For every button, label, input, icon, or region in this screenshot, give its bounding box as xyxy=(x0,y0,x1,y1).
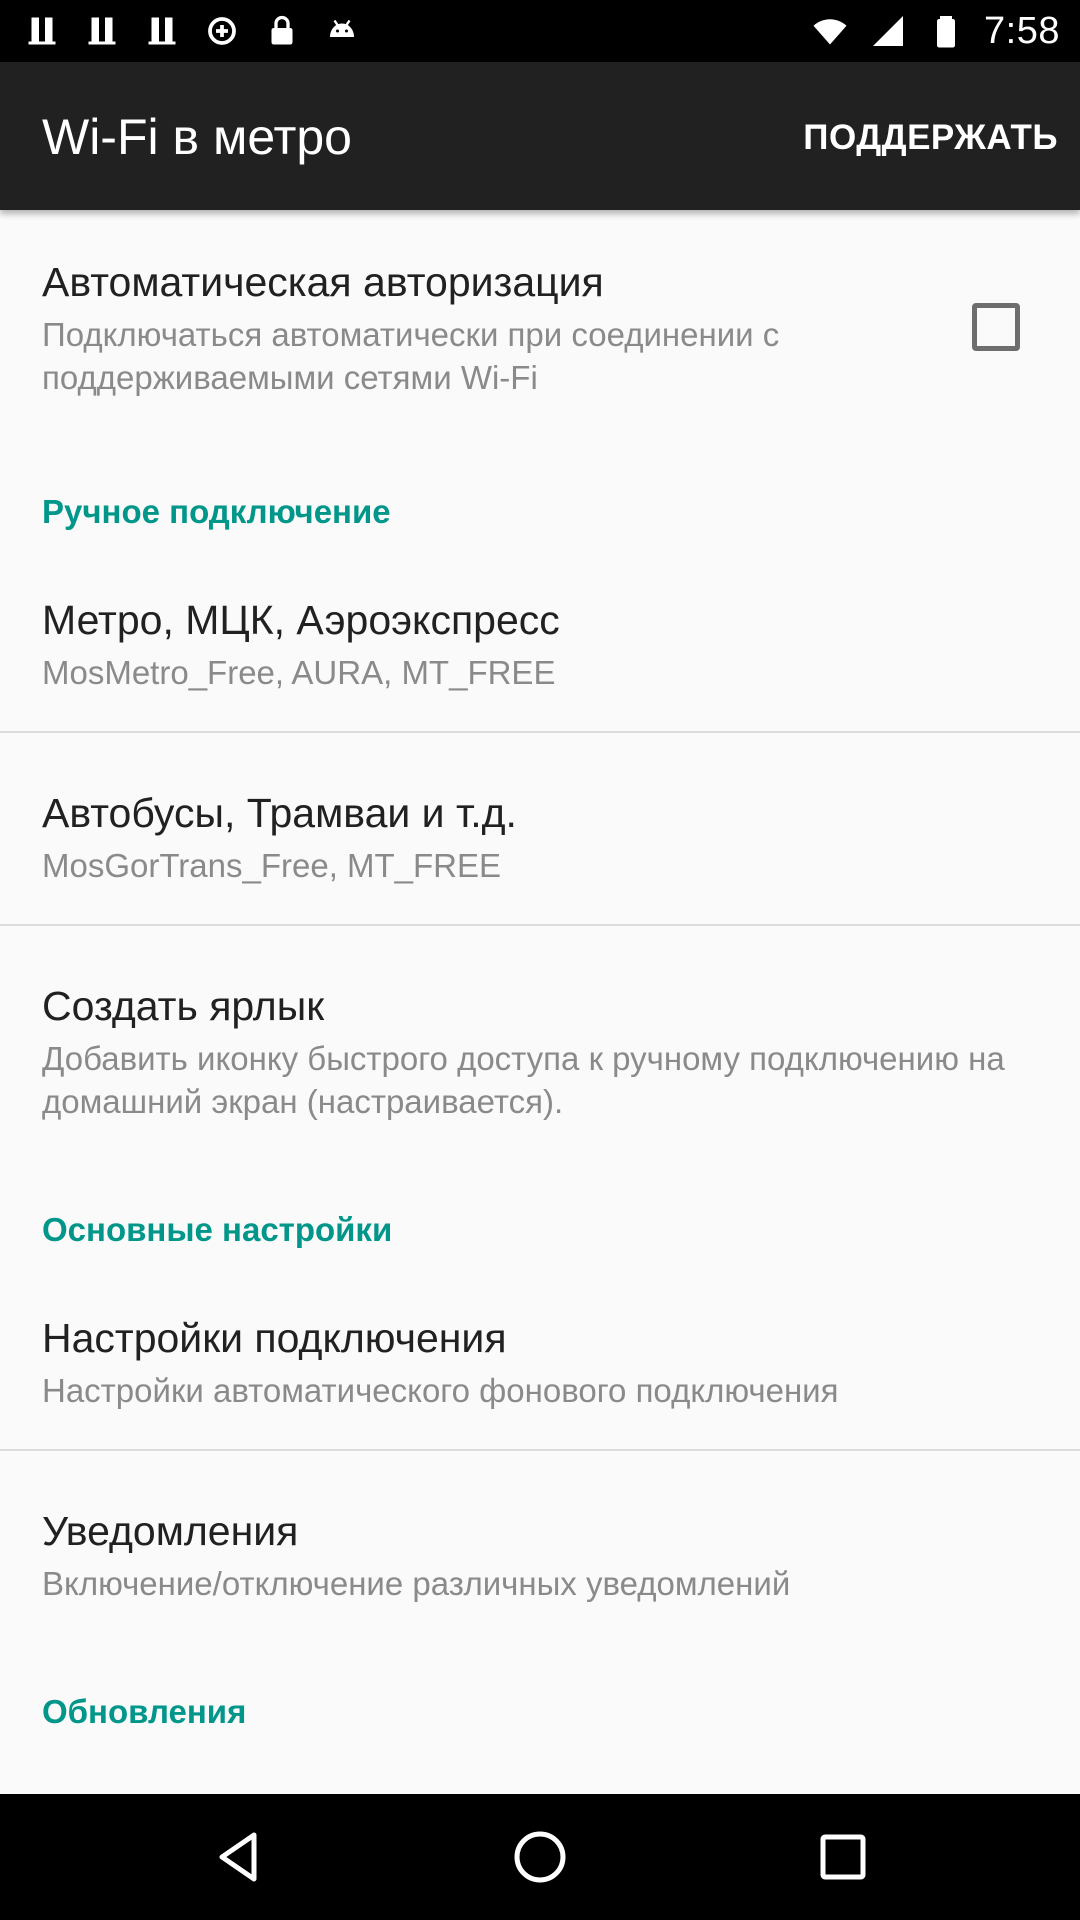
notification-icons xyxy=(22,10,362,52)
pref-notifications[interactable]: Уведомления Включение/отключение различн… xyxy=(0,1451,1080,1671)
app-bar: Wi-Fi в метро ПОДДЕРЖАТЬ xyxy=(0,62,1080,210)
auto-auth-checkbox[interactable] xyxy=(972,303,1020,351)
notification-app-icon xyxy=(142,11,182,51)
pref-shortcut-title: Создать ярлык xyxy=(42,983,325,1029)
lock-icon xyxy=(262,11,302,51)
pref-connection-settings-summary: Настройки автоматического фонового подкл… xyxy=(42,1372,839,1409)
data-saver-icon xyxy=(202,11,242,51)
pref-connection-settings-title: Настройки подключения xyxy=(42,1315,507,1361)
notification-app-icon xyxy=(22,11,62,51)
app-title: Wi-Fi в метро xyxy=(42,109,352,165)
pref-buses-title: Автобусы, Трамваи и т.д. xyxy=(42,790,517,836)
category-updates: Обновления xyxy=(42,1693,247,1730)
pref-shortcut-summary: Добавить иконку быстрого доступа к ручно… xyxy=(42,1040,1005,1120)
wifi-icon xyxy=(810,11,850,51)
category-main: Основные настройки xyxy=(42,1211,393,1248)
recents-icon[interactable] xyxy=(813,1827,873,1887)
pref-metro[interactable]: Метро, МЦК, Аэроэкспресс MosMetro_Free, … xyxy=(0,555,1080,731)
pref-buses[interactable]: Автобусы, Трамваи и т.д. MosGorTrans_Fre… xyxy=(0,733,1080,925)
pref-notifications-title: Уведомления xyxy=(42,1508,299,1554)
pref-auto-auth-summary: Подключаться автоматически при соединени… xyxy=(42,316,780,396)
pref-notifications-summary: Включение/отключение различных уведомлен… xyxy=(42,1565,791,1602)
navigation-bar xyxy=(0,1794,1080,1920)
home-icon[interactable] xyxy=(510,1827,570,1887)
pref-auto-auth-title: Автоматическая авторизация xyxy=(42,259,604,305)
signal-icon xyxy=(868,11,908,51)
support-button[interactable]: ПОДДЕРЖАТЬ xyxy=(803,118,1058,158)
pref-buses-summary: MosGorTrans_Free, MT_FREE xyxy=(42,847,502,884)
pref-shortcut[interactable]: Создать ярлык Добавить иконку быстрого д… xyxy=(0,926,1080,1166)
status-bar: 7:58 xyxy=(0,0,1080,62)
category-manual: Ручное подключение xyxy=(42,493,391,530)
android-icon xyxy=(322,11,362,51)
pref-auto-auth[interactable]: Автоматическая авторизация Подключаться … xyxy=(0,210,1080,454)
status-clock: 7:58 xyxy=(984,9,1060,52)
notification-app-icon xyxy=(82,11,122,51)
pref-metro-title: Метро, МЦК, Аэроэкспресс xyxy=(42,597,560,643)
battery-icon xyxy=(926,11,966,51)
pref-metro-summary: MosMetro_Free, AURA, MT_FREE xyxy=(42,654,556,691)
system-icons: 7:58 xyxy=(810,8,1060,54)
pref-connection-settings[interactable]: Настройки подключения Настройки автомати… xyxy=(0,1273,1080,1449)
back-icon[interactable] xyxy=(208,1827,268,1887)
settings-list[interactable]: Автоматическая авторизация Подключаться … xyxy=(0,210,1080,1794)
